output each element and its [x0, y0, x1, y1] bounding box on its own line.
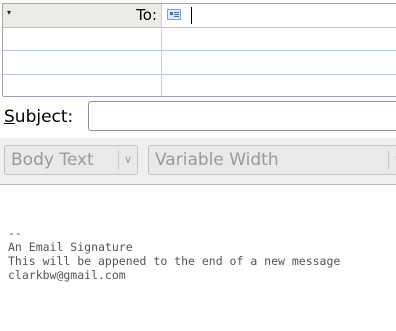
recipient-row — [3, 51, 396, 75]
subject-input[interactable] — [88, 101, 396, 131]
recipient-type-selector[interactable]: ▾ To: — [3, 4, 162, 27]
signature-line: -- — [8, 226, 22, 240]
text-cursor — [191, 7, 192, 24]
message-body-editor[interactable]: -- An Email Signature This will be appened… — [8, 226, 340, 282]
recipient-row — [3, 27, 396, 51]
recipient-address-input[interactable] — [162, 74, 396, 96]
font-value: Variable Width — [155, 150, 279, 170]
contact-card-icon — [167, 9, 181, 20]
dropdown-arrow-icon[interactable]: ▾ — [7, 8, 11, 17]
subject-label: Subject: — [4, 107, 74, 127]
signature-line: An Email Signature — [8, 240, 133, 254]
recipient-row: ▾ To: — [3, 4, 396, 28]
recipient-address-input[interactable] — [162, 4, 396, 27]
recipient-address-input[interactable] — [162, 27, 396, 50]
paragraph-style-value: Body Text — [11, 150, 94, 170]
recipient-type-label: To: — [136, 6, 157, 24]
format-toolbar: Body Text ∨ Variable Width ∨ — [0, 138, 396, 185]
recipient-list: ▾ To: — [2, 3, 396, 97]
recipient-address-input[interactable] — [162, 51, 396, 74]
signature-line: This will be appened to the end of a new… — [8, 254, 341, 268]
signature-line: clarkbw@gmail.com — [8, 268, 126, 282]
paragraph-style-select[interactable]: Body Text ∨ — [4, 145, 138, 175]
recipient-row — [3, 74, 396, 97]
chevron-down-icon: ∨ — [123, 153, 132, 166]
recipient-type-selector[interactable] — [3, 74, 162, 96]
font-select[interactable]: Variable Width ∨ — [148, 145, 396, 175]
recipient-type-selector[interactable] — [3, 51, 162, 74]
recipient-type-selector[interactable] — [3, 27, 162, 50]
